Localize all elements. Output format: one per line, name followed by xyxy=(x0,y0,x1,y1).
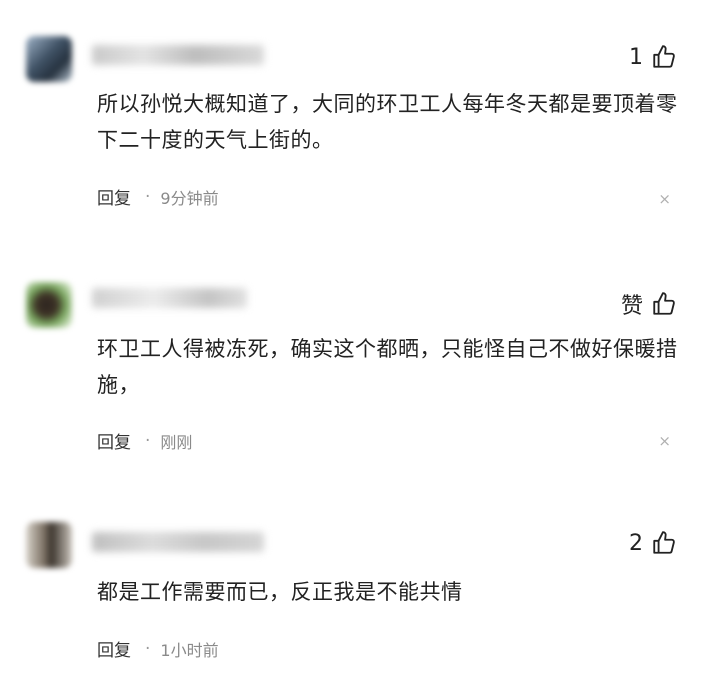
like-button[interactable]: 赞 xyxy=(621,288,677,320)
avatar[interactable] xyxy=(26,282,72,328)
close-icon[interactable]: × xyxy=(658,432,671,450)
timestamp: 1小时前 xyxy=(160,640,219,660)
like-button[interactable]: 1 xyxy=(629,44,677,70)
thumbs-up-icon xyxy=(653,45,675,68)
separator-dot: · xyxy=(145,638,151,659)
comment-meta: 回复 · 刚刚 xyxy=(97,428,193,454)
timestamp: 刚刚 xyxy=(160,432,193,452)
comment-text: 都是工作需要而已，反正我是不能共情 xyxy=(97,580,463,604)
username-blurred[interactable] xyxy=(92,532,264,552)
thumbs-up-icon xyxy=(653,292,675,315)
separator-dot: · xyxy=(145,186,151,207)
username-blurred[interactable] xyxy=(92,288,247,308)
username-blurred[interactable] xyxy=(92,45,264,65)
reply-button[interactable]: 回复 xyxy=(97,636,131,661)
comment-meta: 回复 · 1小时前 xyxy=(97,636,219,662)
comment-meta: 回复 · 9分钟前 xyxy=(97,184,219,210)
avatar[interactable] xyxy=(26,522,72,568)
like-label: 赞 xyxy=(620,294,643,319)
separator-dot: · xyxy=(145,430,151,451)
like-count: 2 xyxy=(629,530,643,556)
avatar[interactable] xyxy=(26,36,72,82)
like-count: 1 xyxy=(629,44,643,70)
close-icon[interactable]: × xyxy=(658,190,671,208)
timestamp: 9分钟前 xyxy=(160,188,219,208)
like-button[interactable]: 2 xyxy=(629,530,677,556)
reply-button[interactable]: 回复 xyxy=(97,184,131,209)
comment-text: 环卫工人得被冻死，确实这个都晒，只能怪自己不做好保暖措施， xyxy=(97,337,678,397)
comment-text: 所以孙悦大概知道了，大同的环卫工人每年冬天都是要顶着零下二十度的天气上街的。 xyxy=(97,92,678,152)
reply-button[interactable]: 回复 xyxy=(97,428,131,453)
thumbs-up-icon xyxy=(653,531,675,554)
